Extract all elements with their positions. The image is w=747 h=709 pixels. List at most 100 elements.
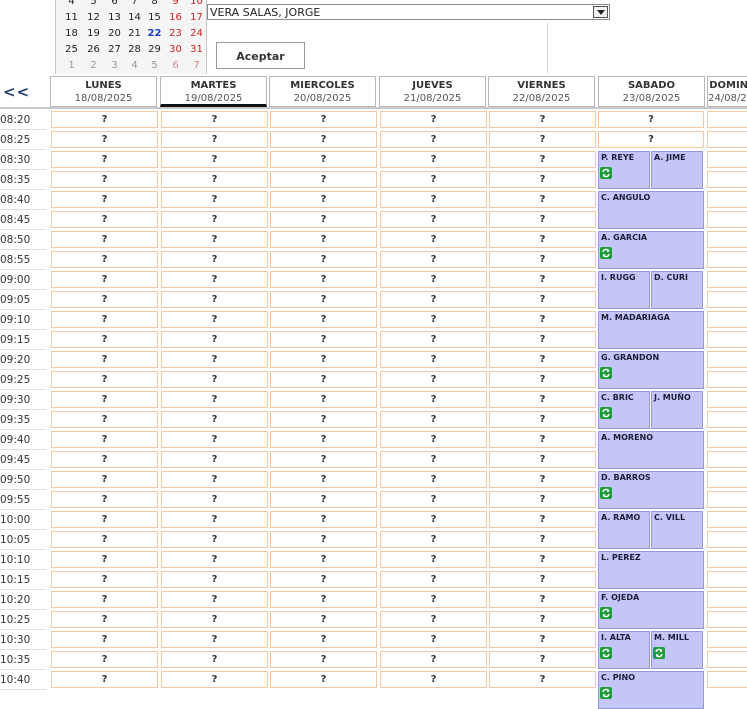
free-slot-cell[interactable]: ? (270, 251, 377, 268)
free-slot-cell[interactable]: ? (51, 271, 158, 288)
free-slot-cell[interactable]: ? (161, 131, 268, 148)
free-slot-cell[interactable]: ? (161, 371, 268, 388)
free-slot-cell[interactable]: ? (51, 291, 158, 308)
free-slot-cell[interactable]: ? (380, 351, 487, 368)
appointment-block[interactable]: C. PINO (598, 671, 704, 709)
free-slot-cell[interactable]: ? (161, 491, 268, 508)
calendar-day[interactable]: 7 (186, 58, 207, 74)
free-slot-cell[interactable]: ? (380, 111, 487, 128)
free-slot-cell[interactable]: ? (380, 131, 487, 148)
free-slot-cell[interactable] (707, 531, 747, 548)
free-slot-cell[interactable]: ? (489, 631, 596, 648)
calendar-day[interactable]: 21 (124, 26, 145, 42)
appointment-block[interactable]: D. BARROS (598, 471, 704, 509)
refresh-icon[interactable] (600, 684, 612, 699)
free-slot-cell[interactable]: ? (161, 511, 268, 528)
calendar-day[interactable]: 6 (165, 58, 186, 74)
day-header-domingo[interactable]: DOMINGO 24/08/2025 (707, 76, 747, 107)
day-header-lunes[interactable]: LUNES 18/08/2025 (50, 76, 157, 107)
free-slot-cell[interactable]: ? (161, 591, 268, 608)
calendar-day[interactable]: 14 (124, 10, 145, 26)
appointment-block[interactable]: F. OJEDA (598, 591, 704, 629)
free-slot-cell[interactable] (707, 551, 747, 568)
free-slot-cell[interactable]: ? (489, 511, 596, 528)
free-slot-cell[interactable]: ? (489, 651, 596, 668)
free-slot-cell[interactable]: ? (489, 451, 596, 468)
free-slot-cell[interactable]: ? (380, 591, 487, 608)
free-slot-cell[interactable] (707, 351, 747, 368)
free-slot-cell[interactable]: ? (270, 291, 377, 308)
refresh-icon[interactable] (600, 404, 612, 419)
free-slot-cell[interactable] (707, 451, 747, 468)
free-slot-cell[interactable] (707, 231, 747, 248)
free-slot-cell[interactable]: ? (270, 391, 377, 408)
free-slot-cell[interactable] (707, 271, 747, 288)
refresh-icon[interactable] (600, 484, 612, 499)
free-slot-cell[interactable]: ? (51, 131, 158, 148)
free-slot-cell[interactable]: ? (270, 151, 377, 168)
calendar-day[interactable]: 13 (104, 10, 125, 26)
free-slot-cell[interactable]: ? (161, 211, 268, 228)
calendar-day[interactable]: 15 (144, 10, 165, 26)
appointment-block[interactable]: C. VILL (651, 511, 703, 549)
free-slot-cell[interactable]: ? (270, 491, 377, 508)
free-slot-cell[interactable]: ? (380, 371, 487, 388)
free-slot-cell[interactable] (707, 631, 747, 648)
free-slot-cell[interactable]: ? (161, 671, 268, 688)
free-slot-cell[interactable]: ? (270, 231, 377, 248)
free-slot-cell[interactable] (707, 611, 747, 628)
free-slot-cell[interactable] (707, 131, 747, 148)
free-slot-cell[interactable]: ? (51, 111, 158, 128)
chevron-down-icon[interactable] (593, 6, 608, 18)
free-slot-cell[interactable] (707, 591, 747, 608)
free-slot-cell[interactable] (707, 191, 747, 208)
free-slot-cell[interactable]: ? (270, 451, 377, 468)
refresh-icon[interactable] (600, 244, 612, 259)
free-slot-cell[interactable]: ? (270, 671, 377, 688)
free-slot-cell[interactable]: ? (51, 191, 158, 208)
free-slot-cell[interactable] (707, 471, 747, 488)
calendar-day[interactable]: 11 (61, 10, 82, 26)
free-slot-cell[interactable]: ? (51, 311, 158, 328)
free-slot-cell[interactable]: ? (161, 311, 268, 328)
free-slot-cell[interactable]: ? (380, 211, 487, 228)
day-header-martes[interactable]: MARTES 19/08/2025 (160, 76, 267, 107)
calendar-day[interactable]: 19 (83, 26, 104, 42)
free-slot-cell[interactable]: ? (161, 431, 268, 448)
free-slot-cell[interactable]: ? (489, 591, 596, 608)
appointment-block[interactable]: I. ALTA (598, 631, 650, 669)
appointment-block[interactable]: A. GARCIA (598, 231, 704, 269)
free-slot-cell[interactable]: ? (161, 251, 268, 268)
free-slot-cell[interactable]: ? (380, 411, 487, 428)
calendar-day[interactable]: 20 (104, 26, 125, 42)
free-slot-cell[interactable]: ? (270, 611, 377, 628)
free-slot-cell[interactable]: ? (51, 511, 158, 528)
calendar-day[interactable]: 6 (104, 0, 125, 10)
free-slot-cell[interactable]: ? (270, 271, 377, 288)
free-slot-cell[interactable]: ? (380, 491, 487, 508)
free-slot-cell[interactable]: ? (51, 171, 158, 188)
free-slot-cell[interactable]: ? (51, 591, 158, 608)
appointment-block[interactable]: P. REYE (598, 151, 650, 189)
free-slot-cell[interactable]: ? (270, 431, 377, 448)
free-slot-cell[interactable] (707, 491, 747, 508)
free-slot-cell[interactable]: ? (270, 331, 377, 348)
free-slot-cell[interactable]: ? (270, 411, 377, 428)
free-slot-cell[interactable]: ? (161, 551, 268, 568)
appointment-block[interactable]: C. ANGULO (598, 191, 704, 229)
free-slot-cell[interactable]: ? (380, 331, 487, 348)
free-slot-cell[interactable]: ? (380, 671, 487, 688)
free-slot-cell[interactable]: ? (489, 551, 596, 568)
free-slot-cell[interactable]: ? (270, 111, 377, 128)
free-slot-cell[interactable]: ? (489, 311, 596, 328)
free-slot-cell[interactable]: ? (161, 571, 268, 588)
appointment-block[interactable]: M. MADARIAGA (598, 311, 704, 349)
free-slot-cell[interactable]: ? (161, 631, 268, 648)
free-slot-cell[interactable]: ? (380, 631, 487, 648)
calendar-day[interactable]: 4 (61, 0, 82, 10)
free-slot-cell[interactable]: ? (51, 231, 158, 248)
free-slot-cell[interactable]: ? (161, 391, 268, 408)
accept-button[interactable]: Aceptar (216, 42, 305, 69)
free-slot-cell[interactable]: ? (51, 251, 158, 268)
free-slot-cell[interactable]: ? (51, 391, 158, 408)
